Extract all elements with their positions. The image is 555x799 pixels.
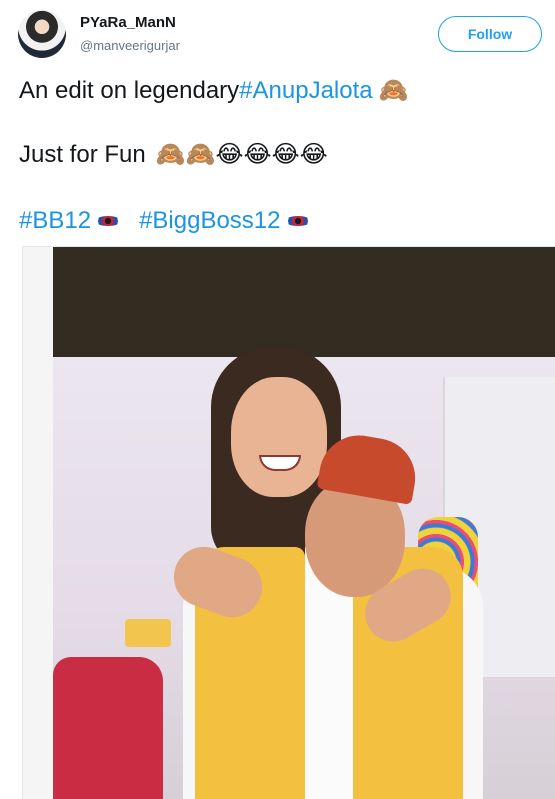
display-name[interactable]: PYaRa_ManN — [80, 14, 176, 31]
emoji-sequence-icon: 🙈🙈😂😂😂😂 — [155, 141, 328, 168]
hashtag-anupjalota[interactable]: #AnupJalota — [239, 77, 372, 105]
hashtag-biggboss12[interactable]: #BiggBoss12 — [139, 207, 280, 235]
see-no-evil-monkey-icon: 🙈 — [378, 77, 409, 104]
photo-woman-face — [231, 377, 327, 497]
tweet-media-photo[interactable] — [22, 246, 555, 799]
photo-dark-top — [53, 247, 555, 357]
tweet-hashtags: #BB12 #BiggBoss12 — [19, 204, 319, 238]
photo-lamp — [125, 619, 171, 647]
photo-pillow — [53, 657, 163, 799]
bigg-boss-eye-icon — [284, 214, 311, 228]
follow-button[interactable]: Follow — [438, 16, 542, 52]
username[interactable]: @manveerigurjar — [80, 38, 180, 53]
tweet-text-line-1: An edit on legendary #AnupJalota 🙈 — [19, 74, 409, 108]
photo-border — [23, 247, 53, 799]
tweet-text: Just for Fun — [19, 141, 146, 168]
bigg-boss-eye-icon — [95, 214, 122, 228]
avatar[interactable] — [18, 10, 66, 58]
hashtag-bb12[interactable]: #BB12 — [19, 207, 91, 235]
tweet-text: An edit on legendary — [19, 77, 240, 104]
tweet-text-line-2: Just for Fun 🙈🙈😂😂😂😂 — [19, 138, 328, 172]
tweet-header: PYaRa_ManN @manveerigurjar Follow — [0, 0, 555, 66]
